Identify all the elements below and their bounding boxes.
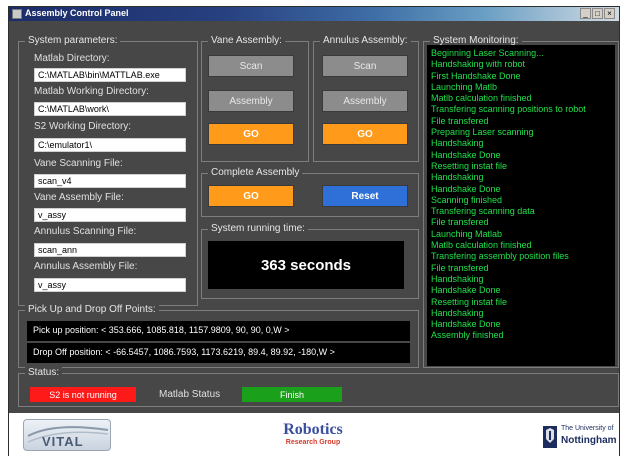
- system-monitoring-log[interactable]: Beginning Laser Scanning... Handshaking …: [427, 45, 615, 366]
- log-line: File transfered: [431, 217, 489, 228]
- annulus-scanning-file-label: Annulus Scanning File:: [34, 226, 137, 237]
- log-line: First Handshake Done: [431, 70, 521, 81]
- robotics-logo-text: Robotics: [283, 421, 343, 438]
- log-line: Handshake Done: [431, 285, 501, 296]
- log-line: Transfering scanning data: [431, 206, 535, 217]
- matlab-status-badge: Finish: [242, 387, 342, 402]
- reset-button[interactable]: Reset: [322, 185, 408, 207]
- log-line: Beginning Laser Scanning...: [431, 48, 544, 58]
- complete-assembly-title: Complete Assembly: [208, 167, 303, 178]
- status-title: Status:: [25, 367, 63, 378]
- vane-assembly-file-label: Vane Assembly File:: [34, 192, 124, 203]
- university-crest-icon: [543, 426, 557, 448]
- system-parameters-title: System parameters:: [25, 35, 121, 46]
- university-name-line2: Nottingham: [561, 435, 617, 446]
- log-line: Handshaking: [431, 138, 484, 149]
- vane-assembly-file-field[interactable]: v_assy: [34, 208, 186, 222]
- minimize-icon[interactable]: _: [580, 8, 591, 19]
- title-bar[interactable]: Assembly Control Panel _ □ ×: [9, 7, 619, 21]
- vane-go-button[interactable]: GO: [208, 123, 294, 145]
- vane-scanning-file-field[interactable]: scan_v4: [34, 174, 186, 188]
- vane-scan-button[interactable]: Scan: [208, 55, 294, 77]
- s2-working-directory-field[interactable]: C:\emulator1\: [34, 138, 186, 152]
- app-icon: [12, 9, 22, 19]
- log-line: Resetting instat file: [431, 296, 508, 307]
- log-line: Transfering assembly position files: [431, 251, 569, 262]
- vane-assembly-button[interactable]: Assembly: [208, 90, 294, 112]
- log-line: Scanning finished: [431, 194, 503, 205]
- complete-go-button[interactable]: GO: [208, 185, 294, 207]
- vital-logo: VITAL: [23, 419, 111, 451]
- annulus-go-button[interactable]: GO: [322, 123, 408, 145]
- matlab-working-directory-field[interactable]: C:\MATLAB\work\: [34, 102, 186, 116]
- log-line: Launching Matlab: [431, 228, 503, 239]
- robotics-logo: Robotics Research Group: [267, 422, 359, 450]
- log-line: Launching Matlb: [431, 81, 498, 92]
- annulus-assembly-file-field[interactable]: v_assy: [34, 278, 186, 292]
- log-line: Handshaking: [431, 172, 484, 183]
- window-title: Assembly Control Panel: [25, 8, 129, 18]
- nottingham-logo: The University of Nottingham: [542, 423, 619, 453]
- pick-drop-title: Pick Up and Drop Off Points:: [25, 304, 159, 315]
- log-line: Handshake Done: [431, 183, 501, 194]
- log-line: Handshaking: [431, 307, 484, 318]
- matlab-directory-field[interactable]: C:\MATLAB\bin\MATTLAB.exe: [34, 68, 186, 82]
- log-line: Matlb calculation finished: [431, 93, 532, 104]
- assembly-control-panel-window: Assembly Control Panel _ □ × System para…: [8, 6, 620, 456]
- maximize-icon[interactable]: □: [592, 8, 603, 19]
- window-controls: _ □ ×: [580, 8, 615, 19]
- log-line: Preparing Laser scanning: [431, 127, 534, 138]
- s2-working-directory-label: S2 Working Directory:: [34, 121, 132, 132]
- close-icon[interactable]: ×: [604, 8, 615, 19]
- vital-logo-text: VITAL: [42, 434, 84, 449]
- vane-assembly-title: Vane Assembly:: [208, 35, 285, 46]
- log-line: Handshake Done: [431, 319, 501, 330]
- logo-bar: VITAL Robotics Research Group The Univer…: [9, 413, 619, 456]
- log-line: Transfering scanning positions to robot: [431, 104, 586, 115]
- log-line: File transfered: [431, 262, 489, 273]
- annulus-scanning-file-field[interactable]: scan_ann: [34, 243, 186, 257]
- university-name-line1: The University of: [561, 425, 614, 432]
- robotics-logo-subtext: Research Group: [285, 439, 341, 446]
- annulus-assembly-button[interactable]: Assembly: [322, 90, 408, 112]
- log-line: Matlb calculation finished: [431, 240, 532, 251]
- running-time-display: 363 seconds: [208, 241, 404, 289]
- pick-up-position: Pick up position: < 353.666, 1085.818, 1…: [27, 321, 410, 341]
- annulus-assembly-file-label: Annulus Assembly File:: [34, 261, 138, 272]
- log-line: Resetting instat file: [431, 160, 508, 171]
- log-line: Handshake Done: [431, 149, 501, 160]
- drop-off-position: Drop Off position: < -66.5457, 1086.7593…: [27, 343, 410, 363]
- log-line: Handshaking: [431, 273, 484, 284]
- s2-status-badge: S2 is not running: [30, 387, 136, 402]
- running-time-title: System running time:: [208, 223, 308, 234]
- log-line: File transfered: [431, 115, 489, 126]
- log-line: Assembly finished: [431, 330, 504, 341]
- vane-scanning-file-label: Vane Scanning File:: [34, 158, 123, 169]
- annulus-assembly-title: Annulus Assembly:: [320, 35, 411, 46]
- log-line: Handshaking with robot: [431, 59, 526, 70]
- matlab-working-directory-label: Matlab Working Directory:: [34, 86, 149, 97]
- matlab-status-label: Matlab Status: [159, 389, 221, 400]
- annulus-scan-button[interactable]: Scan: [322, 55, 408, 77]
- matlab-directory-label: Matlab Directory:: [34, 53, 110, 64]
